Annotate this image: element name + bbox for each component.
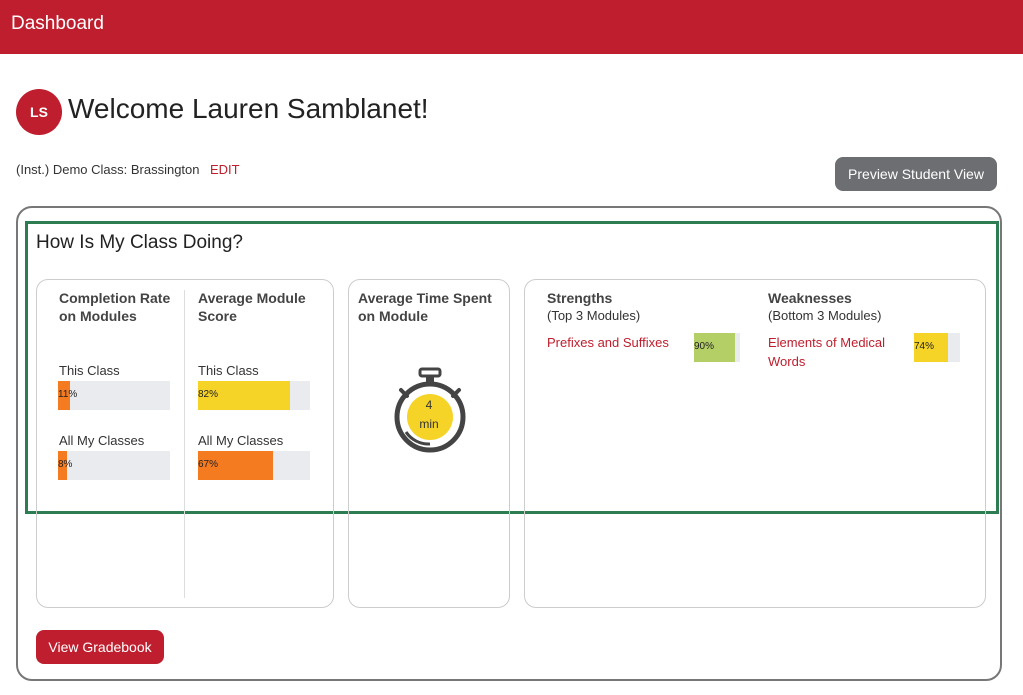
weakness-module-link[interactable]: Elements of Medical Words: [768, 333, 885, 371]
panel-divider: [184, 290, 185, 598]
strength-module-line1: Prefixes and Suffixes: [547, 335, 669, 350]
strengths-heading: Strengths: [547, 290, 613, 306]
score-this-class-bar: 82%: [198, 381, 310, 410]
view-gradebook-button[interactable]: View Gradebook: [36, 630, 164, 664]
weakness-module-value: 74%: [914, 341, 935, 352]
time-heading-line2: on Module: [358, 308, 428, 324]
weaknesses-subheading: (Bottom 3 Modules): [768, 308, 882, 323]
score-this-class-value: 82%: [198, 389, 219, 400]
strength-module-bar: 90%: [694, 333, 740, 362]
completion-this-class-label: This Class: [59, 363, 120, 378]
class-name: (Inst.) Demo Class: Brassington: [16, 162, 200, 177]
score-heading-line2: Score: [198, 308, 237, 324]
time-value: 4: [425, 398, 433, 412]
completion-this-class-value: 11%: [58, 389, 78, 400]
time-heading-line1: Average Time Spent: [358, 290, 492, 306]
top-bar: Dashboard: [0, 0, 1023, 54]
avatar: LS: [16, 89, 62, 135]
weakness-module-line2: Words: [768, 354, 806, 369]
preview-student-view-button[interactable]: Preview Student View: [835, 157, 997, 191]
score-all-classes-label: All My Classes: [198, 433, 284, 448]
strength-module-link[interactable]: Prefixes and Suffixes: [547, 333, 669, 352]
weaknesses-heading: Weaknesses: [768, 290, 852, 306]
welcome-heading: Welcome Lauren Samblanet!: [68, 93, 429, 124]
time-value-display: 4 min: [409, 396, 449, 434]
weakness-module-line1: Elements of Medical: [768, 335, 886, 350]
strength-module-value: 90%: [694, 341, 715, 352]
score-this-class-label: This Class: [198, 363, 259, 378]
completion-heading: Completion Rate on Modules: [59, 289, 170, 325]
section-title: How Is My Class Doing?: [36, 232, 243, 253]
edit-class-link[interactable]: EDIT: [210, 162, 240, 177]
weakness-module-bar: 74%: [914, 333, 960, 362]
score-heading: Average Module Score: [198, 289, 306, 325]
completion-all-classes-bar: 8%: [58, 451, 170, 480]
score-all-classes-bar: 67%: [198, 451, 310, 480]
strengths-weaknesses-panel: [524, 279, 986, 608]
time-heading: Average Time Spent on Module: [358, 289, 492, 325]
score-heading-line1: Average Module: [198, 290, 306, 306]
completion-heading-line1: Completion Rate: [59, 290, 171, 306]
page-title: Dashboard: [11, 13, 104, 34]
time-unit: min: [419, 417, 439, 431]
completion-heading-line2: on Modules: [59, 308, 137, 324]
strengths-subheading: (Top 3 Modules): [547, 308, 641, 323]
score-all-classes-value: 67%: [198, 459, 219, 470]
completion-this-class-bar: 11%: [58, 381, 170, 410]
completion-all-classes-value: 8%: [58, 459, 73, 470]
completion-all-classes-label: All My Classes: [59, 433, 145, 448]
